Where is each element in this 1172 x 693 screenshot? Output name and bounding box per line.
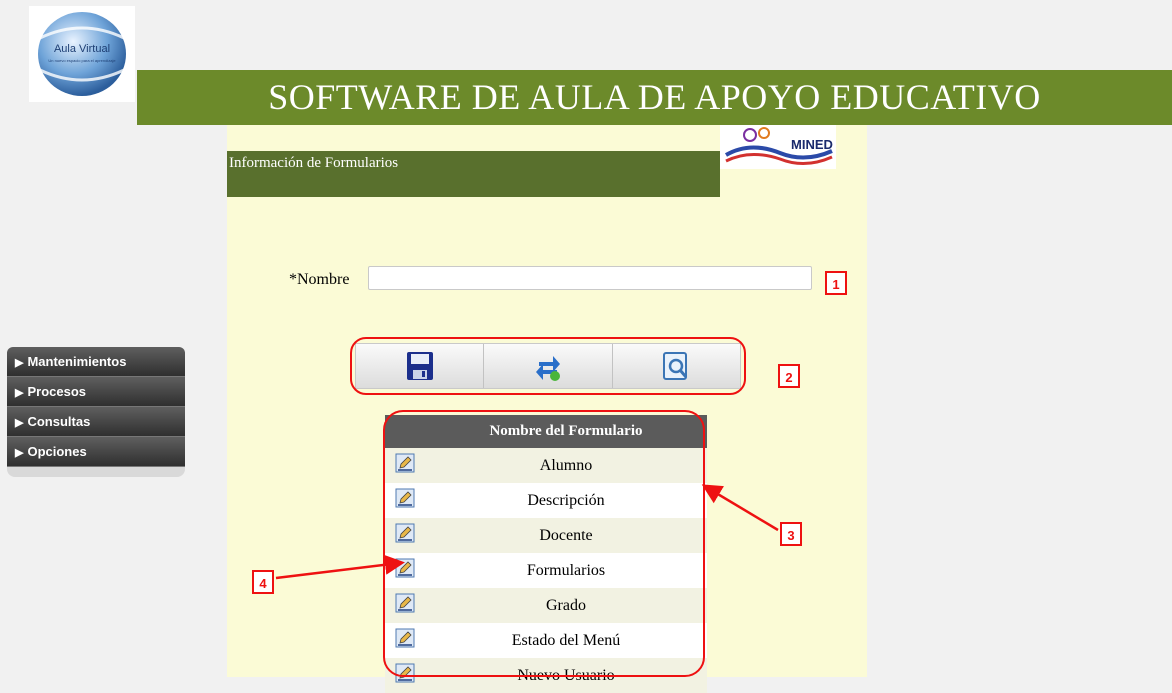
play-icon: ▶ — [15, 417, 24, 429]
sidebar-item-opciones[interactable]: ▶ Opciones — [7, 437, 185, 467]
play-icon: ▶ — [15, 387, 24, 399]
sidebar-item-mantenimientos[interactable]: ▶ Mantenimientos — [7, 347, 185, 377]
sidebar-item-consultas[interactable]: ▶ Consultas — [7, 407, 185, 437]
sidebar-item-label: Mantenimientos — [27, 354, 127, 369]
callout-2: 2 — [778, 364, 800, 388]
play-icon: ▶ — [15, 447, 24, 459]
sidebar-menu: ▶ Mantenimientos ▶ Procesos ▶ Consultas ▶ Op… — [7, 347, 185, 477]
logo-tagline: Un nuevo espacio para el aprendizaje — [48, 58, 116, 63]
annotation-ring-table — [383, 410, 705, 677]
nombre-label: *Nombre — [289, 271, 350, 288]
sidebar-footer — [7, 467, 185, 477]
sidebar-item-label: Opciones — [27, 444, 87, 459]
aula-virtual-logo: Aula Virtual Un nuevo espacio para el ap… — [29, 6, 135, 102]
sidebar-item-procesos[interactable]: ▶ Procesos — [7, 377, 185, 407]
play-icon: ▶ — [15, 357, 24, 369]
callout-1: 1 — [825, 271, 847, 295]
mined-logo-icon: MINED — [724, 127, 833, 165]
sidebar-item-label: Procesos — [27, 384, 87, 399]
mined-logo: MINED — [720, 125, 836, 169]
page-banner: SOFTWARE DE AULA DE APOYO EDUCATIVO — [137, 70, 1172, 125]
annotation-ring-toolbar — [350, 337, 746, 395]
nombre-input[interactable] — [368, 266, 812, 290]
callout-3: 3 — [780, 522, 802, 546]
section-title: Información de Formularios — [227, 151, 720, 197]
callout-4: 4 — [252, 570, 274, 594]
mined-logo-text: MINED — [791, 137, 833, 152]
sidebar-item-label: Consultas — [27, 414, 91, 429]
banner-title: SOFTWARE DE AULA DE APOYO EDUCATIVO — [268, 77, 1041, 117]
logo-text: Aula Virtual — [54, 43, 110, 55]
globe-logo-icon: Aula Virtual Un nuevo espacio para el ap… — [38, 12, 126, 96]
